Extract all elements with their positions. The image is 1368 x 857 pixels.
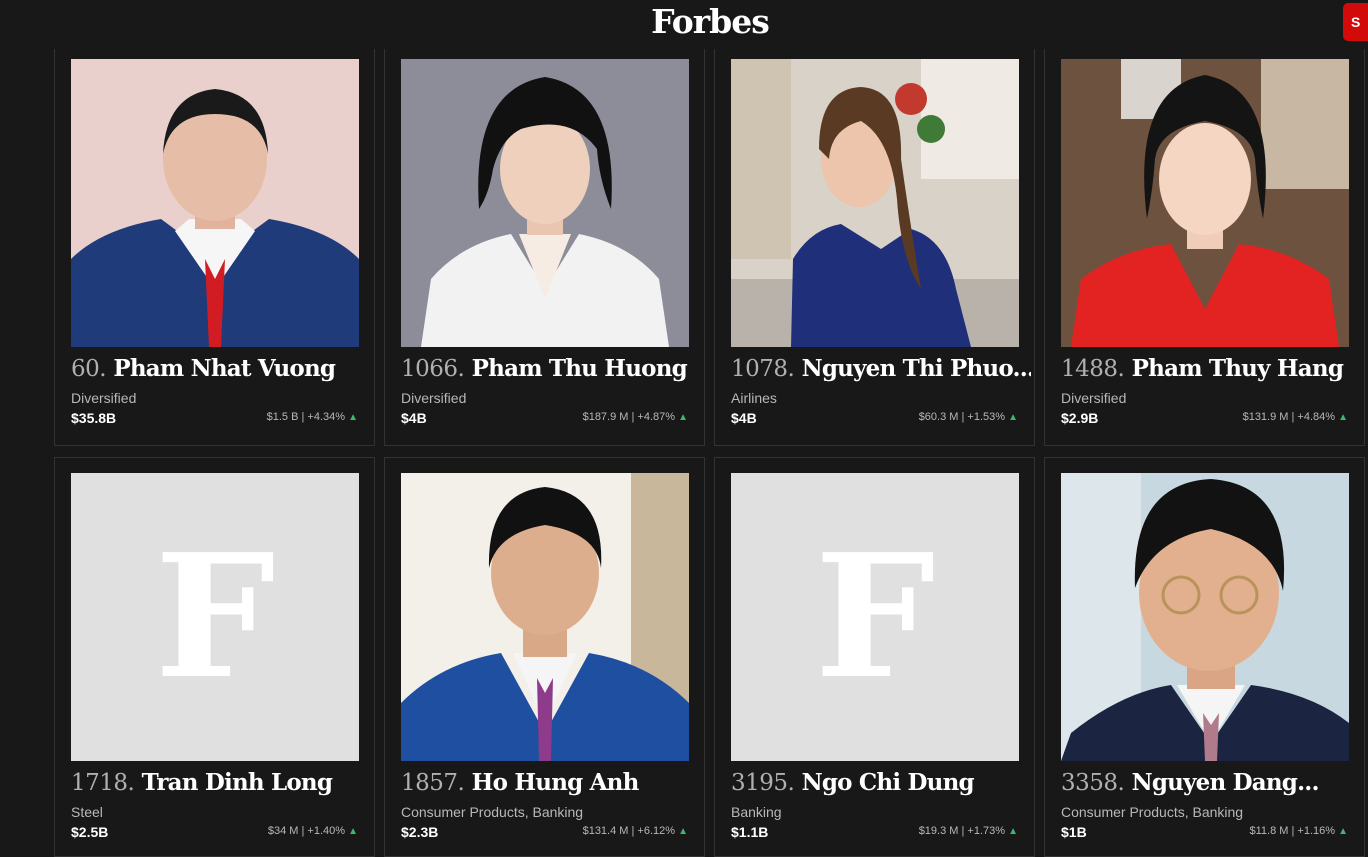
change-value: $131.4 M | +6.12% bbox=[582, 825, 676, 837]
daily-change: $131.9 M | +4.84% ▲ bbox=[1243, 411, 1348, 423]
billionaire-card[interactable]: 3358. Nguyen Dang... Consumer Products, … bbox=[1044, 457, 1365, 857]
billionaire-card[interactable]: 1857. Ho Hung Anh Consumer Products, Ban… bbox=[384, 457, 705, 857]
change-value: $131.9 M | +4.84% bbox=[1242, 411, 1336, 423]
industry-label: Diversified bbox=[1061, 390, 1127, 406]
rank: 3358. bbox=[1061, 770, 1125, 796]
change-value: $1.5 B | +4.34% bbox=[266, 411, 346, 423]
forbes-f-icon: F bbox=[154, 517, 276, 717]
change-value: $11.8 M | +1.16% bbox=[1249, 825, 1336, 837]
daily-change: $19.3 M | +1.73% ▲ bbox=[919, 825, 1018, 837]
net-worth: $35.8B bbox=[71, 410, 117, 426]
billionaire-card[interactable]: 1066. Pham Thu Huong Diversified $4B $18… bbox=[384, 49, 705, 446]
change-value: $60.3 M | +1.53% bbox=[918, 411, 1006, 423]
top-bar: Forbes S bbox=[0, 0, 1368, 46]
billionaire-name[interactable]: Nguyen Dang... bbox=[1132, 769, 1320, 796]
net-worth: $2.5B bbox=[71, 824, 109, 840]
billionaire-card[interactable]: 1488. Pham Thuy Hang Diversified $2.9B $… bbox=[1044, 49, 1365, 446]
billionaire-name[interactable]: Pham Thu Huong bbox=[472, 355, 688, 382]
portrait-photo[interactable] bbox=[1061, 59, 1349, 347]
industry-label: Banking bbox=[731, 804, 782, 820]
trend-up-icon: ▲ bbox=[1008, 826, 1018, 837]
billionaire-title[interactable]: 1857. Ho Hung Anh bbox=[401, 767, 701, 799]
billionaire-title[interactable]: 1078. Nguyen Thi Phuo... bbox=[731, 353, 1031, 385]
billionaire-title[interactable]: 1066. Pham Thu Huong bbox=[401, 353, 701, 385]
rank: 1066. bbox=[401, 356, 465, 382]
billionaire-name[interactable]: Ho Hung Anh bbox=[472, 769, 640, 796]
rank: 3195. bbox=[731, 770, 795, 796]
forbes-logo[interactable]: Forbes bbox=[0, 0, 1368, 46]
daily-change: $34 M | +1.40% ▲ bbox=[268, 825, 358, 837]
industry-label: Consumer Products, Banking bbox=[1061, 804, 1244, 820]
daily-change: $60.3 M | +1.53% ▲ bbox=[919, 411, 1018, 423]
subscribe-button[interactable]: S bbox=[1343, 3, 1368, 41]
portrait-photo[interactable] bbox=[71, 59, 359, 347]
trend-up-icon: ▲ bbox=[1008, 412, 1018, 423]
daily-change: $11.8 M | +1.16% ▲ bbox=[1250, 825, 1348, 837]
portrait-photo[interactable] bbox=[1061, 473, 1349, 761]
net-worth: $1.1B bbox=[731, 824, 769, 840]
net-worth: $2.9B bbox=[1061, 410, 1099, 426]
rank: 1857. bbox=[401, 770, 465, 796]
billionaire-title[interactable]: 1718. Tran Dinh Long bbox=[71, 767, 371, 799]
trend-up-icon: ▲ bbox=[1338, 412, 1348, 423]
industry-label: Diversified bbox=[401, 390, 467, 406]
trend-up-icon: ▲ bbox=[1338, 826, 1348, 837]
billionaire-name[interactable]: Pham Thuy Hang bbox=[1132, 355, 1344, 382]
billionaire-name[interactable]: Tran Dinh Long bbox=[142, 769, 333, 796]
billionaire-card[interactable]: F 1718. Tran Dinh Long Steel $2.5B $34 M… bbox=[54, 457, 375, 857]
daily-change: $131.4 M | +6.12% ▲ bbox=[583, 825, 688, 837]
daily-change: $1.5 B | +4.34% ▲ bbox=[267, 411, 358, 423]
industry-label: Steel bbox=[71, 804, 103, 820]
industry-label: Diversified bbox=[71, 390, 137, 406]
billionaire-name[interactable]: Ngo Chi Dung bbox=[802, 769, 975, 796]
daily-change: $187.9 M | +4.87% ▲ bbox=[583, 411, 688, 423]
industry-label: Consumer Products, Banking bbox=[401, 804, 584, 820]
rank: 60. bbox=[71, 356, 107, 382]
change-value: $187.9 M | +4.87% bbox=[582, 411, 676, 423]
forbes-f-icon: F bbox=[814, 517, 936, 717]
billionaire-card[interactable]: F 3195. Ngo Chi Dung Banking $1.1B $19.3… bbox=[714, 457, 1035, 857]
portrait-photo[interactable] bbox=[401, 473, 689, 761]
change-value: $34 M | +1.40% bbox=[267, 825, 346, 837]
placeholder-photo[interactable]: F bbox=[71, 473, 359, 761]
billionaire-card[interactable]: 1078. Nguyen Thi Phuo... Airlines $4B $6… bbox=[714, 49, 1035, 446]
billionaire-title[interactable]: 3358. Nguyen Dang... bbox=[1061, 767, 1361, 799]
billionaire-title[interactable]: 60. Pham Nhat Vuong bbox=[71, 353, 371, 385]
billionaire-card[interactable]: 60. Pham Nhat Vuong Diversified $35.8B $… bbox=[54, 49, 375, 446]
net-worth: $4B bbox=[401, 410, 427, 426]
rank: 1078. bbox=[731, 356, 795, 382]
trend-up-icon: ▲ bbox=[348, 826, 358, 837]
portrait-photo[interactable] bbox=[731, 59, 1019, 347]
net-worth: $1B bbox=[1061, 824, 1087, 840]
net-worth: $2.3B bbox=[401, 824, 439, 840]
change-value: $19.3 M | +1.73% bbox=[918, 825, 1006, 837]
net-worth: $4B bbox=[731, 410, 757, 426]
billionaire-name[interactable]: Pham Nhat Vuong bbox=[113, 355, 336, 382]
industry-label: Airlines bbox=[731, 390, 777, 406]
billionaire-title[interactable]: 1488. Pham Thuy Hang bbox=[1061, 353, 1361, 385]
portrait-photo[interactable] bbox=[401, 59, 689, 347]
trend-up-icon: ▲ bbox=[678, 412, 688, 423]
placeholder-photo[interactable]: F bbox=[731, 473, 1019, 761]
billionaire-title[interactable]: 3195. Ngo Chi Dung bbox=[731, 767, 1031, 799]
rank: 1488. bbox=[1061, 356, 1125, 382]
rank: 1718. bbox=[71, 770, 135, 796]
billionaire-name[interactable]: Nguyen Thi Phuo... bbox=[802, 355, 1031, 382]
trend-up-icon: ▲ bbox=[678, 826, 688, 837]
trend-up-icon: ▲ bbox=[348, 412, 358, 423]
